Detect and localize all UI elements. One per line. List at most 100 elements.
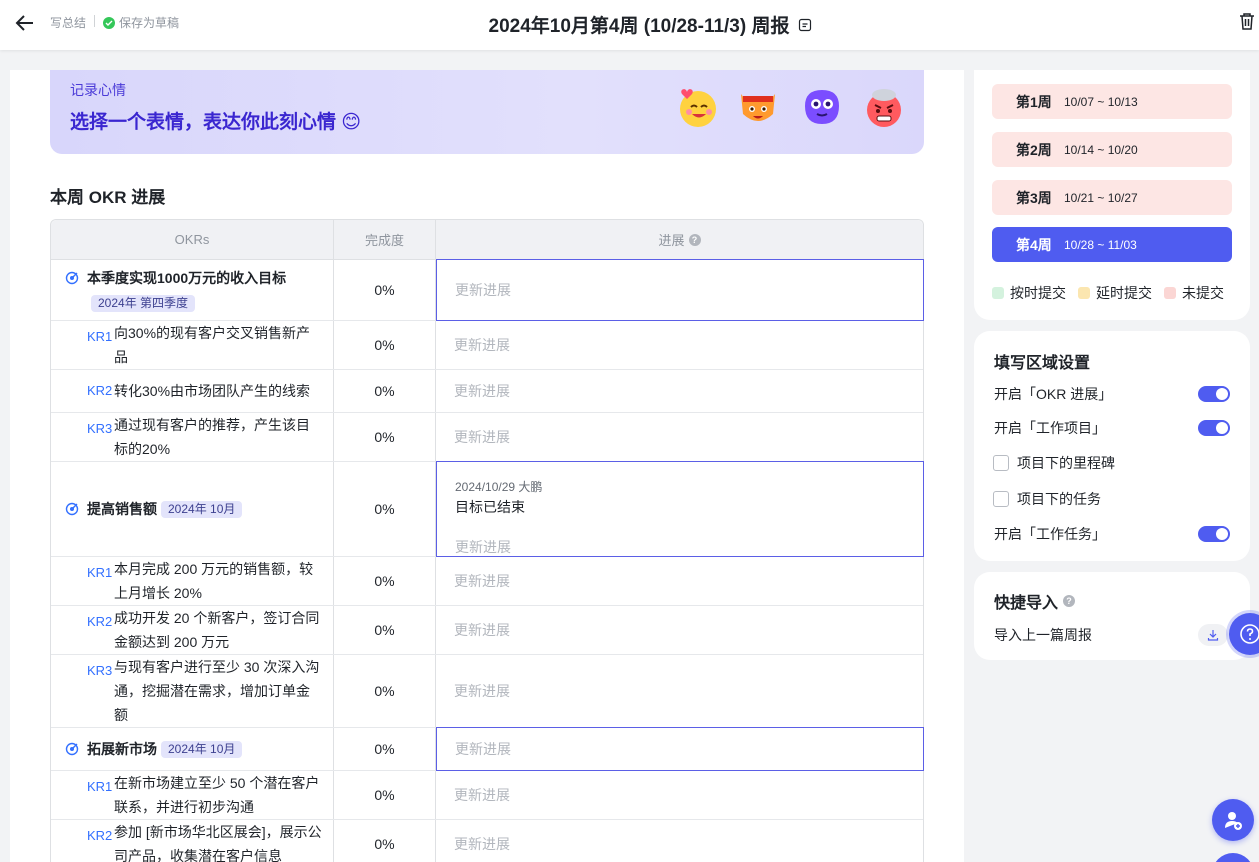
legend-not-submitted: 未提交 bbox=[1164, 283, 1224, 303]
task-toggle[interactable] bbox=[1198, 526, 1230, 542]
project-toggle-label: 开启「工作项目」 bbox=[994, 420, 1106, 436]
project-toggle[interactable] bbox=[1198, 420, 1230, 436]
okr-cell: KR3 通过现有客户的推荐，产生该目标的20% bbox=[51, 413, 334, 461]
week-item-3[interactable]: 第3周 10/21 ~ 10/27 bbox=[992, 180, 1232, 215]
top-bar: 写总结 保存为草稿 2024年10月第4周 (10/28-11/3) 周报 bbox=[0, 0, 1259, 50]
legend-swatch bbox=[1078, 287, 1090, 299]
week-range: 10/14 ~ 10/20 bbox=[1064, 142, 1138, 157]
objective-title: 本季度实现1000万元的收入目标 bbox=[87, 270, 287, 286]
progress-input[interactable]: 更新进展 bbox=[436, 655, 923, 727]
invite-user-fab[interactable] bbox=[1212, 799, 1254, 841]
milestone-checkbox[interactable] bbox=[993, 455, 1009, 471]
trash-icon[interactable] bbox=[1238, 11, 1256, 31]
legend-label: 延时提交 bbox=[1096, 285, 1152, 301]
progress-entry-text: 目标已结束 bbox=[455, 498, 525, 515]
kr-label: KR3 bbox=[87, 663, 113, 678]
kr-text: 成功开发 20 个新客户，签订合同金额达到 200 万元 bbox=[114, 610, 320, 650]
quick-import-card: 快捷导入 ? 导入上一篇周报 bbox=[974, 572, 1250, 660]
divider bbox=[94, 15, 95, 27]
okr-cell: KR2 转化30%由市场团队产生的线索 bbox=[51, 370, 334, 412]
completion-value[interactable]: 0% bbox=[334, 260, 436, 320]
mood-prompt: 选择一个表情，表达你此刻心情 😊 bbox=[70, 112, 362, 133]
more-fab[interactable] bbox=[1212, 853, 1254, 862]
okr-table-header: OKRs 完成度 进展 ? bbox=[51, 220, 923, 260]
progress-input[interactable]: 更新进展 bbox=[436, 557, 923, 605]
table-row: KR3 与现有客户进行至少 30 次深入沟通，挖掘潜在需求，增加订单金额 0% … bbox=[51, 655, 923, 728]
completion-value[interactable]: 0% bbox=[334, 321, 436, 369]
kr-text: 在新市场建立至少 50 个潜在客户联系，并进行初步沟通 bbox=[114, 775, 320, 815]
okr-cell: KR1 向30%的现有客户交叉销售新产品 bbox=[51, 321, 334, 369]
okr-toggle[interactable] bbox=[1198, 386, 1230, 402]
progress-input[interactable]: 更新进展 bbox=[436, 771, 923, 819]
okr-cell: KR1 本月完成 200 万元的销售额，较上月增长 20% bbox=[51, 557, 334, 605]
week-item-2[interactable]: 第2周 10/14 ~ 10/20 bbox=[992, 132, 1232, 167]
help-icon[interactable]: ? bbox=[1063, 595, 1076, 607]
target-icon bbox=[65, 742, 79, 756]
period-tag: 2024年 10月 bbox=[161, 500, 243, 518]
kr-text: 转化30%由市场团队产生的线索 bbox=[114, 383, 311, 399]
progress-input[interactable]: 更新进展 bbox=[436, 413, 923, 461]
check-circle-icon bbox=[103, 16, 115, 29]
table-row: 本季度实现1000万元的收入目标 2024年 第四季度 0% 更新进展 bbox=[51, 259, 924, 321]
completion-value[interactable]: 0% bbox=[334, 462, 436, 556]
main-panel: 记录心情 选择一个表情，表达你此刻心情 😊 本周 OKR 进展 OKRs 完成度… bbox=[10, 70, 964, 862]
import-title: 快捷导入 bbox=[994, 595, 1059, 612]
progress-placeholder: 更新进展 bbox=[455, 282, 511, 298]
kr-label: KR3 bbox=[87, 421, 113, 436]
progress-input[interactable]: 更新进展 bbox=[436, 259, 924, 321]
week-name: 第2周 bbox=[1016, 141, 1052, 158]
completion-value[interactable]: 0% bbox=[334, 820, 436, 862]
legend-swatch bbox=[992, 287, 1004, 299]
completion-value[interactable]: 0% bbox=[334, 413, 436, 461]
table-row: 拓展新市场 2024年 10月 0% 更新进展 bbox=[51, 727, 924, 771]
legend-on-time: 按时提交 bbox=[992, 283, 1066, 303]
okr-section-title: 本周 OKR 进展 bbox=[50, 188, 166, 207]
progress-input[interactable]: 更新进展 bbox=[436, 321, 923, 369]
progress-input[interactable]: 更新进展 bbox=[436, 727, 924, 771]
okr-cell: KR2 参加 [新市场华北区展会]，展示公司产品，收集潜在客户信息 bbox=[51, 820, 334, 862]
completion-value[interactable]: 0% bbox=[334, 728, 436, 770]
progress-placeholder: 更新进展 bbox=[455, 538, 511, 555]
week-name: 第1周 bbox=[1016, 93, 1052, 110]
legend-swatch bbox=[1164, 287, 1176, 299]
import-button[interactable] bbox=[1198, 624, 1228, 646]
week-item-1[interactable]: 第1周 10/07 ~ 10/13 bbox=[992, 84, 1232, 119]
completion-value[interactable]: 0% bbox=[334, 370, 436, 412]
happy-cat-icon[interactable] bbox=[735, 84, 781, 130]
settings-title: 填写区域设置 bbox=[994, 355, 1091, 372]
love-face-icon[interactable] bbox=[674, 84, 720, 130]
progress-placeholder: 更新进展 bbox=[454, 683, 510, 699]
back-arrow-icon[interactable] bbox=[14, 12, 36, 34]
save-status-text: 保存为草稿 bbox=[119, 16, 180, 30]
task-check-label: 项目下的任务 bbox=[1017, 491, 1101, 507]
progress-input[interactable]: 更新进展 bbox=[436, 606, 923, 654]
okr-toggle-row: 开启「OKR 进展」 bbox=[994, 382, 1230, 406]
objective-title: 提高销售额 bbox=[87, 501, 157, 517]
progress-entry-meta: 2024/10/29 大鹏 bbox=[455, 479, 543, 494]
completion-value[interactable]: 0% bbox=[334, 606, 436, 654]
milestone-check-label: 项目下的里程碑 bbox=[1017, 455, 1115, 471]
breadcrumb[interactable]: 写总结 bbox=[50, 14, 86, 31]
progress-input[interactable]: 2024/10/29 大鹏 目标已结束 更新进展 bbox=[436, 461, 924, 557]
progress-placeholder: 更新进展 bbox=[455, 741, 511, 757]
angry-face-icon[interactable] bbox=[861, 84, 907, 130]
table-row: KR1 在新市场建立至少 50 个潜在客户联系，并进行初步沟通 0% 更新进展 bbox=[51, 771, 923, 820]
task-checkbox[interactable] bbox=[993, 491, 1009, 507]
completion-value[interactable]: 0% bbox=[334, 557, 436, 605]
help-icon[interactable]: ? bbox=[688, 233, 701, 246]
kr-text: 本月完成 200 万元的销售额，较上月增长 20% bbox=[114, 561, 314, 601]
week-name: 第4周 bbox=[1016, 236, 1052, 253]
progress-placeholder: 更新进展 bbox=[454, 573, 510, 589]
table-row: KR2 转化30%由市场团队产生的线索 0% 更新进展 bbox=[51, 370, 923, 413]
week-item-4[interactable]: 第4周 10/28 ~ 11/03 bbox=[992, 227, 1232, 262]
progress-input[interactable]: 更新进展 bbox=[436, 820, 923, 862]
edit-icon[interactable] bbox=[798, 18, 812, 32]
column-header-completion: 完成度 bbox=[334, 220, 436, 259]
table-row: KR2 成功开发 20 个新客户，签订合同金额达到 200 万元 0% 更新进展 bbox=[51, 606, 923, 655]
completion-value[interactable]: 0% bbox=[334, 655, 436, 727]
progress-input[interactable]: 更新进展 bbox=[436, 370, 923, 412]
progress-entry: 2024/10/29 大鹏 目标已结束 更新进展 bbox=[455, 462, 905, 557]
kr-text: 通过现有客户的推荐，产生该目标的20% bbox=[114, 417, 310, 457]
purple-blob-icon[interactable] bbox=[799, 84, 845, 130]
completion-value[interactable]: 0% bbox=[334, 771, 436, 819]
